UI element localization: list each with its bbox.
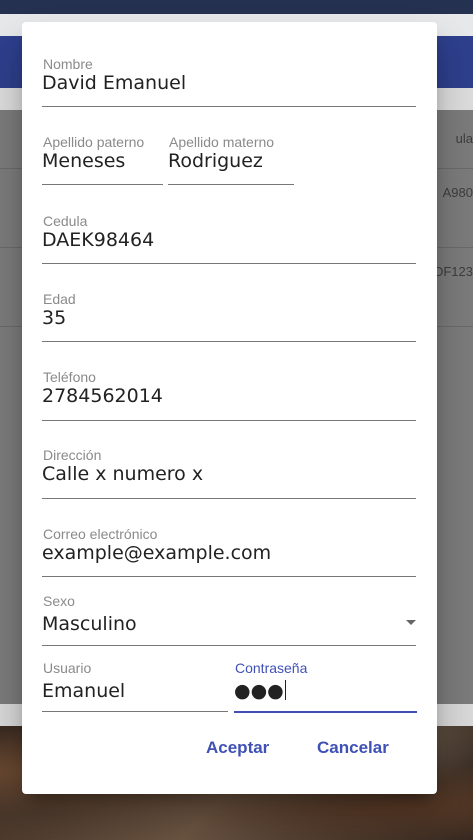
usuario-field[interactable]: Usuario Emanuel xyxy=(42,660,228,712)
contrasena-input[interactable]: ●●● xyxy=(234,680,286,702)
sexo-label: Sexo xyxy=(43,593,75,609)
nombre-underline xyxy=(42,106,416,107)
background-top-bar xyxy=(0,0,473,14)
apellido-paterno-input[interactable]: Meneses xyxy=(42,150,125,172)
nombre-input[interactable]: David Emanuel xyxy=(42,72,186,94)
direccion-field[interactable]: Dirección Calle x numero x xyxy=(42,447,416,499)
direccion-label: Dirección xyxy=(43,447,102,463)
password-dots: ●●● xyxy=(234,680,284,702)
correo-underline xyxy=(42,576,416,577)
usuario-label: Usuario xyxy=(43,660,92,676)
background-column-header: ula xyxy=(455,131,473,146)
direccion-underline xyxy=(42,498,416,499)
telefono-field[interactable]: Teléfono 2784562014 xyxy=(42,369,416,421)
apellido-materno-input[interactable]: Rodriguez xyxy=(168,150,263,172)
nombre-field[interactable]: Nombre David Emanuel xyxy=(42,56,416,107)
edad-underline xyxy=(42,341,416,342)
edad-field[interactable]: Edad 35 xyxy=(42,291,416,342)
telefono-label: Teléfono xyxy=(43,369,96,385)
accept-button[interactable]: Aceptar xyxy=(206,738,269,758)
contrasena-field[interactable]: Contraseña ●●● xyxy=(234,660,417,713)
cedula-input[interactable]: DAEK98464 xyxy=(42,229,154,251)
sexo-underline xyxy=(42,645,416,646)
apellido-materno-underline xyxy=(168,184,294,185)
edad-label: Edad xyxy=(43,291,76,307)
contrasena-underline xyxy=(234,711,417,713)
text-cursor xyxy=(284,680,286,700)
apellido-paterno-label: Apellido paterno xyxy=(43,134,145,150)
apellido-materno-field[interactable]: Apellido materno Rodriguez xyxy=(168,134,294,185)
correo-field[interactable]: Correo electrónico example@example.com xyxy=(42,526,416,577)
contrasena-label: Contraseña xyxy=(235,660,308,676)
direccion-input[interactable]: Calle x numero x xyxy=(42,463,203,485)
apellido-paterno-underline xyxy=(42,184,163,185)
usuario-input[interactable]: Emanuel xyxy=(42,680,125,702)
telefono-underline xyxy=(42,420,416,421)
edad-input[interactable]: 35 xyxy=(42,307,66,329)
sexo-select[interactable]: Sexo Masculino xyxy=(42,593,416,646)
correo-label: Correo electrónico xyxy=(43,526,158,542)
apellido-paterno-field[interactable]: Apellido paterno Meneses xyxy=(42,134,163,185)
user-form-dialog: Nombre David Emanuel Apellido paterno Me… xyxy=(22,22,437,794)
sexo-selected-value[interactable]: Masculino xyxy=(42,613,137,635)
cedula-field[interactable]: Cedula DAEK98464 xyxy=(42,213,416,264)
usuario-underline xyxy=(42,711,228,712)
telefono-input[interactable]: 2784562014 xyxy=(42,385,163,407)
correo-input[interactable]: example@example.com xyxy=(42,542,271,564)
background-table-cell: A980 xyxy=(442,185,473,200)
apellido-materno-label: Apellido materno xyxy=(169,134,275,150)
cancel-button[interactable]: Cancelar xyxy=(317,738,389,758)
cedula-label: Cedula xyxy=(43,213,88,229)
cedula-underline xyxy=(42,263,416,264)
chevron-down-icon[interactable] xyxy=(406,620,416,625)
background-table-cell: DF123 xyxy=(433,264,473,279)
nombre-label: Nombre xyxy=(43,56,93,72)
